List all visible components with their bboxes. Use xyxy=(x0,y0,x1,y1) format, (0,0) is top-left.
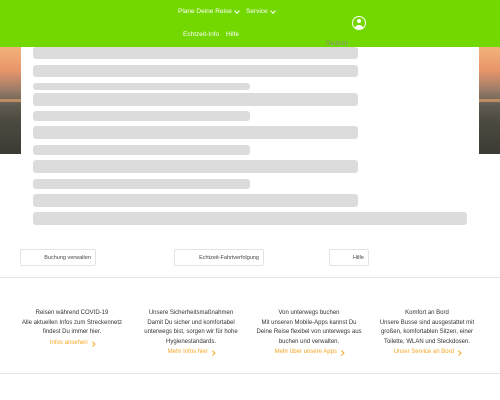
hero-image-right xyxy=(479,47,500,154)
nav-service-label: Service xyxy=(246,8,268,15)
nav-realtime-info[interactable]: Echtzeit-Info xyxy=(183,31,219,38)
chevron-right-icon xyxy=(210,350,215,356)
info-column-title: Unsere Sicherheitsmaßnahmen xyxy=(148,310,234,316)
hero-image-left xyxy=(0,47,21,154)
skeleton-bar xyxy=(33,93,358,106)
info-link-label: Unser Service an Bord xyxy=(393,349,454,356)
info-column-text: Unsere Busse sind ausgestattet mit große… xyxy=(379,319,475,345)
section-divider xyxy=(0,277,500,278)
chevron-down-icon xyxy=(269,7,276,14)
chevron-right-icon xyxy=(339,350,345,356)
manage-booking-button[interactable]: Buchung verwalten xyxy=(20,249,96,266)
search-card-skeleton xyxy=(21,47,479,234)
skeleton-bar xyxy=(33,145,250,155)
skeleton-bar xyxy=(33,47,358,59)
info-column-text: Damit Du sicher und komfortabel unterweg… xyxy=(144,319,238,345)
info-column-text: Alle aktuellen Infos zum Streckennetz fi… xyxy=(21,319,123,336)
info-column-comfort: Komfort an Bord Unsere Busse sind ausges… xyxy=(371,309,483,358)
info-column-mobile: Von unterwegs buchen Mit unseren Mobile-… xyxy=(253,309,365,358)
skeleton-bar xyxy=(33,212,467,225)
info-link-covid[interactable]: Infos ansehen xyxy=(49,339,95,349)
chevron-down-icon xyxy=(234,7,240,14)
skeleton-bar xyxy=(33,160,358,173)
chevron-right-icon xyxy=(456,350,462,356)
info-column-title: Reisen während COVID-19 xyxy=(35,310,109,316)
info-link-label: Mehr über unsere Apps xyxy=(274,349,337,356)
language-label[interactable]: Deutsch xyxy=(326,41,348,47)
skeleton-bar xyxy=(33,83,250,90)
info-column-text: Mit unseren Mobile-Apps kannst Du Deine … xyxy=(256,319,362,345)
section-divider xyxy=(0,373,500,374)
info-link-safety[interactable]: Mehr Infos hier xyxy=(168,348,215,358)
help-button[interactable]: Hilfe xyxy=(329,249,369,266)
info-column-title: Von unterwegs buchen xyxy=(278,310,340,316)
skeleton-bar xyxy=(33,126,358,139)
nav-plan-trip-label: Plane Deine Reise xyxy=(178,8,232,15)
info-link-label: Infos ansehen xyxy=(49,339,88,346)
page: Plane Deine Reise Service Echtzeit-Info … xyxy=(0,0,500,400)
nav-help[interactable]: Hilfe xyxy=(226,31,239,38)
info-column-covid: Reisen während COVID-19 Alle aktuellen I… xyxy=(16,309,128,348)
skeleton-bar xyxy=(33,111,250,121)
skeleton-bar xyxy=(33,194,358,207)
info-link-label: Mehr Infos hier xyxy=(167,349,208,356)
info-column-safety: Unsere Sicherheitsmaßnahmen Damit Du sic… xyxy=(135,309,247,358)
user-circle-icon[interactable] xyxy=(352,16,366,30)
realtime-tracking-button[interactable]: Echtzeit-Fahrtverfolgung xyxy=(174,249,264,266)
info-link-onboard[interactable]: Unser Service an Bord xyxy=(393,348,462,358)
chevron-right-icon xyxy=(89,341,95,347)
info-column-title: Komfort an Bord xyxy=(405,310,449,316)
top-navigation-bar: Plane Deine Reise Service Echtzeit-Info … xyxy=(0,0,500,47)
skeleton-bar xyxy=(33,179,250,189)
nav-help-label: Hilfe xyxy=(226,31,240,38)
nav-plan-trip[interactable]: Plane Deine Reise xyxy=(178,7,240,15)
info-link-apps[interactable]: Mehr über unsere Apps xyxy=(274,348,345,358)
nav-realtime-info-label: Echtzeit-Info xyxy=(183,31,220,38)
nav-service[interactable]: Service xyxy=(246,7,276,15)
skeleton-bar xyxy=(33,65,358,77)
